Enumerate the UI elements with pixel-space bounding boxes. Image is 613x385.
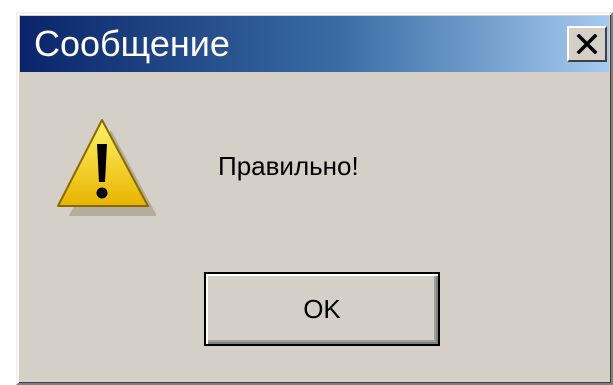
page: Сообщение Правильно! OK bbox=[0, 0, 613, 385]
dialog-title: Сообщение bbox=[34, 23, 230, 64]
close-button[interactable] bbox=[567, 26, 607, 62]
close-icon bbox=[576, 34, 598, 54]
warning-icon bbox=[56, 114, 157, 224]
message-text: Правильно! bbox=[218, 151, 359, 181]
message-dialog: Сообщение Правильно! OK bbox=[16, 12, 613, 385]
ok-button-label: OK bbox=[303, 293, 341, 324]
ok-button[interactable]: OK bbox=[204, 272, 440, 346]
title-bar[interactable]: Сообщение bbox=[20, 16, 609, 72]
